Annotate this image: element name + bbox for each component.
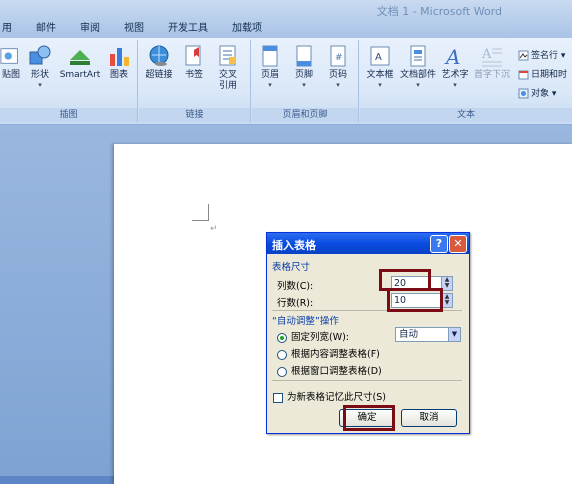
cross-reference-icon xyxy=(219,45,236,66)
calendar-icon xyxy=(518,70,529,80)
object-icon xyxy=(518,88,529,99)
bookmark-button[interactable]: 书签 xyxy=(181,44,207,81)
footer-icon xyxy=(296,45,312,67)
chevron-down-icon[interactable]: ▼ xyxy=(448,328,460,341)
dialog-title: 插入表格 xyxy=(272,239,316,252)
page-number-button[interactable]: # 页码 ▾ xyxy=(324,44,352,89)
drop-cap-icon: A xyxy=(481,47,502,67)
highlight-ok xyxy=(343,405,395,431)
chevron-down-icon: ▾ xyxy=(453,81,457,89)
fixed-width-option[interactable]: 固定列宽(W): xyxy=(277,329,349,343)
chart-button[interactable]: 图表 xyxy=(106,44,132,81)
chevron-down-icon: ▾ xyxy=(549,89,557,99)
date-time-button[interactable]: 日期和时 xyxy=(518,67,567,80)
section-divider xyxy=(272,380,462,381)
textbox-button[interactable]: A 文本框 ▾ xyxy=(364,44,396,89)
clipart-icon xyxy=(0,48,18,64)
quick-parts-button[interactable]: 文档部件 ▾ xyxy=(398,44,438,89)
svg-text:A: A xyxy=(444,45,460,68)
chevron-down-icon: ▾ xyxy=(558,51,566,61)
header-button[interactable]: 页眉 ▾ xyxy=(256,44,284,89)
chevron-down-icon: ▾ xyxy=(336,81,340,89)
wordart-button[interactable]: A 艺术字 ▾ xyxy=(440,44,470,89)
textbox-icon: A xyxy=(370,46,390,66)
bookmark-icon xyxy=(185,45,201,66)
svg-text:A: A xyxy=(481,47,492,62)
autofit-section-label: “自动调整”操作 xyxy=(272,316,339,327)
globe-link-icon xyxy=(149,45,169,66)
chevron-down-icon: ▾ xyxy=(302,81,306,89)
group-label-illustrations: 插图 xyxy=(0,108,137,122)
signature-line-button[interactable]: 签名行 ▾ xyxy=(518,48,565,61)
svg-text:#: # xyxy=(335,53,343,63)
tab-view[interactable]: 视图 xyxy=(112,20,156,38)
ribbon-tabs: 用 邮件 审阅 视图 开发工具 加载项 xyxy=(0,20,274,38)
signature-icon xyxy=(518,50,529,61)
columns-label: 列数(C): xyxy=(277,281,314,292)
margin-corner-mark xyxy=(192,204,209,221)
smartart-icon xyxy=(70,50,90,65)
chevron-down-icon: ▾ xyxy=(38,81,42,89)
radio-icon[interactable] xyxy=(277,349,287,360)
tab-use[interactable]: 用 xyxy=(0,20,24,38)
group-text: A 文本框 ▾ 文档部件 ▾ A 艺术字 ▾ A 首字下沉 签名行 ▾ 日期和时 xyxy=(360,40,572,122)
quick-parts-icon xyxy=(410,45,426,67)
group-label-text: 文本 xyxy=(360,108,572,122)
group-illustrations: 贴图 形状 ▾ SmartArt 图表 插图 xyxy=(0,40,138,122)
chevron-down-icon: ▾ xyxy=(416,81,420,89)
group-links: 超链接 书签 交叉 引用 链接 xyxy=(139,40,251,122)
chevron-down-icon: ▾ xyxy=(268,81,272,89)
dialog-title-bar: 插入表格 ? ✕ xyxy=(267,233,469,254)
header-icon xyxy=(262,45,278,67)
group-label-links: 链接 xyxy=(139,108,250,122)
paragraph-mark: ↵ xyxy=(210,224,218,234)
group-header-footer: 页眉 ▾ 页脚 ▾ # 页码 ▾ 页眉和页脚 xyxy=(252,40,359,122)
shapes-button[interactable]: 形状 ▾ xyxy=(28,44,52,89)
remember-size-checkbox[interactable]: 为新表格记忆此尺寸(S) xyxy=(273,389,386,403)
tab-review[interactable]: 审阅 xyxy=(68,20,112,38)
drop-cap-button[interactable]: A 首字下沉 xyxy=(472,44,512,81)
ribbon: 贴图 形状 ▾ SmartArt 图表 插图 超链接 书签 交叉 引用 链接 页… xyxy=(0,38,572,125)
tab-developer[interactable]: 开发工具 xyxy=(156,20,220,38)
cross-reference-button[interactable]: 交叉 引用 xyxy=(213,44,243,92)
footer-button[interactable]: 页脚 ▾ xyxy=(290,44,318,89)
title-bar: 文档 1 - Microsoft Word 用 邮件 审阅 视图 开发工具 加载… xyxy=(0,0,572,38)
shapes-icon xyxy=(29,45,51,65)
autofit-content-option[interactable]: 根据内容调整表格(F) xyxy=(277,346,380,360)
wordart-icon: A xyxy=(444,45,460,68)
highlight-rows xyxy=(387,288,443,312)
tab-addins[interactable]: 加载项 xyxy=(220,20,274,38)
group-label-header-footer: 页眉和页脚 xyxy=(252,108,358,122)
insert-table-dialog: 插入表格 ? ✕ 表格尺寸 列数(C): 20 ▲ ▼ 行数(R): 10 ▲ ▼ … xyxy=(266,232,470,434)
clipart-button[interactable]: 贴图 xyxy=(0,44,22,81)
help-button[interactable]: ? xyxy=(430,235,448,253)
table-size-section-label: 表格尺寸 xyxy=(272,262,311,273)
svg-text:A: A xyxy=(375,52,382,63)
checkbox-icon[interactable] xyxy=(273,392,283,403)
rows-label: 行数(R): xyxy=(277,298,314,309)
cancel-button[interactable]: 取消 xyxy=(401,409,457,427)
radio-icon[interactable] xyxy=(277,366,287,377)
radio-selected-icon[interactable] xyxy=(277,332,287,343)
object-button[interactable]: 对象 ▾ xyxy=(518,86,556,99)
tab-mailings[interactable]: 邮件 xyxy=(24,20,68,38)
chevron-down-icon: ▾ xyxy=(378,81,382,89)
autofit-window-option[interactable]: 根据窗口调整表格(D) xyxy=(277,363,382,377)
window-title: 文档 1 - Microsoft Word xyxy=(376,5,502,18)
smartart-button[interactable]: SmartArt xyxy=(58,44,102,81)
bar-chart-icon xyxy=(110,48,129,66)
close-button[interactable]: ✕ xyxy=(449,235,467,253)
hyperlink-button[interactable]: 超链接 xyxy=(143,44,175,81)
fixed-width-select[interactable]: 自动 ▼ xyxy=(395,327,461,342)
page-number-icon: # xyxy=(330,45,346,67)
